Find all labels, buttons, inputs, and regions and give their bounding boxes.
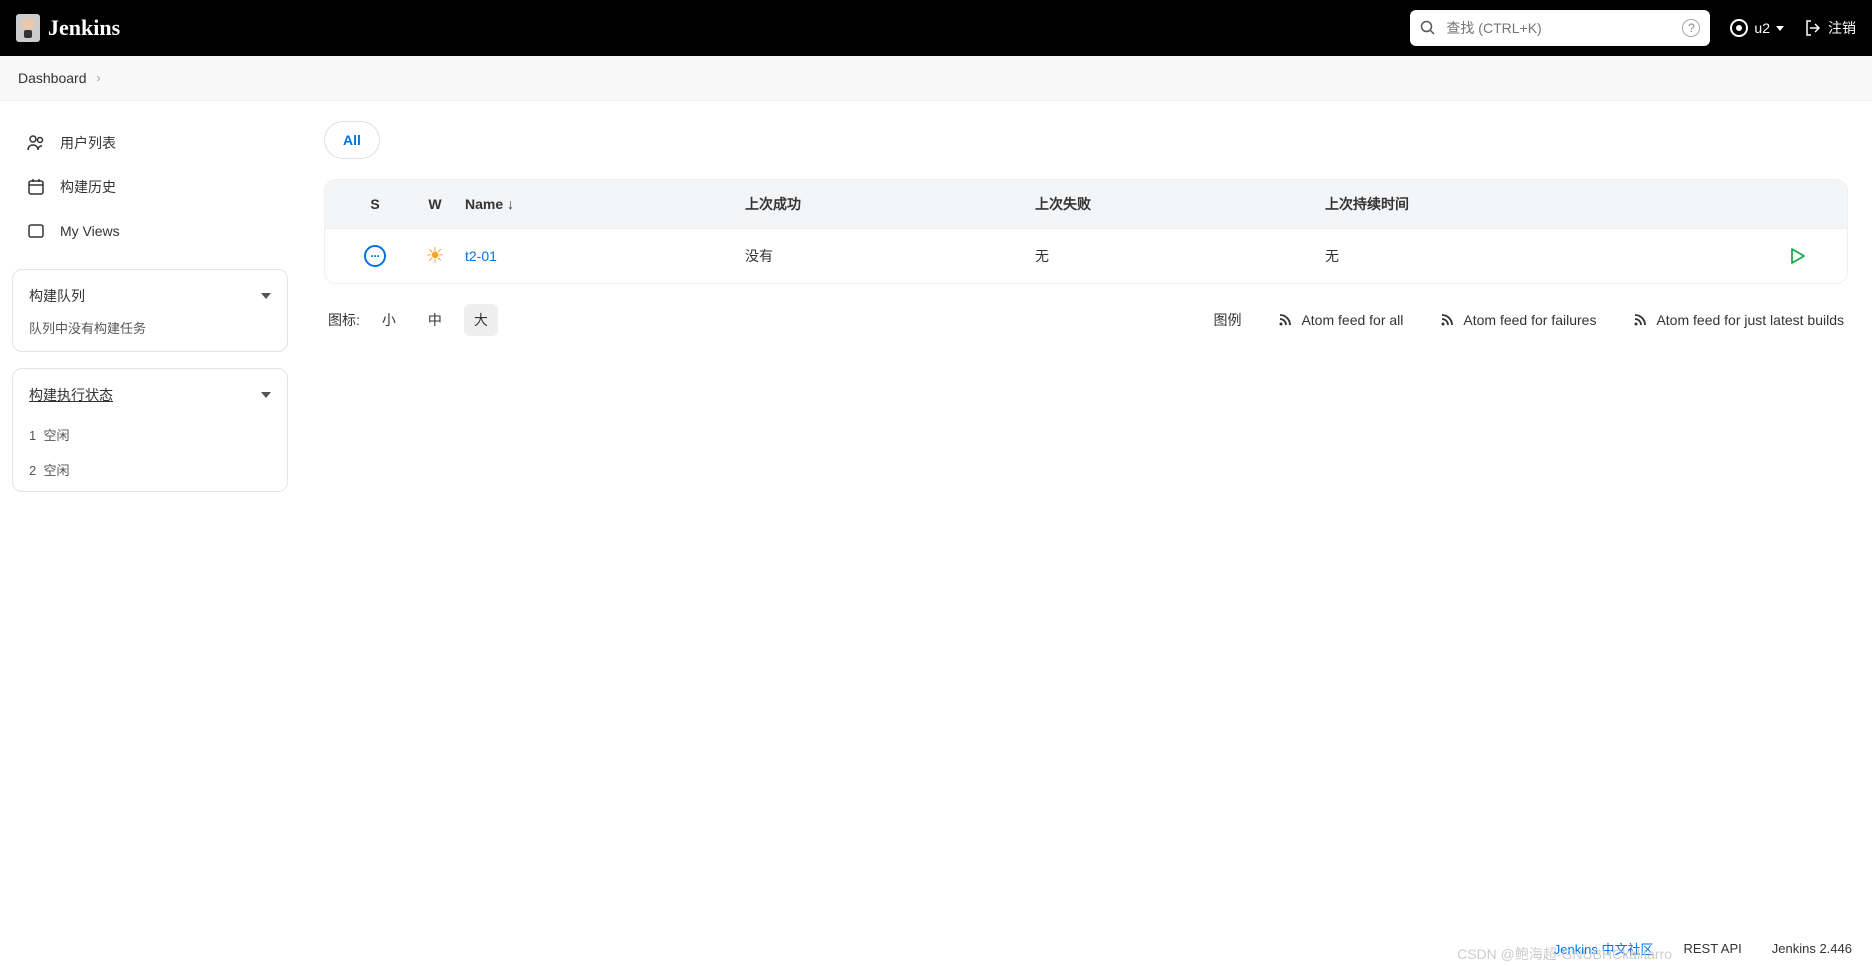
col-status[interactable]: S [345, 196, 405, 212]
chevron-down-icon [261, 392, 271, 398]
logo[interactable]: Jenkins [16, 14, 120, 42]
sidebar-item-label: 构建历史 [60, 177, 116, 197]
jobs-table: S W Name ↓ 上次成功 上次失败 上次持续时间 ··· ☀ t2-01 … [324, 179, 1848, 284]
executor-row: 2 空闲 [13, 452, 287, 487]
cell-last-success: 没有 [745, 246, 1035, 266]
table-row: ··· ☀ t2-01 没有 无 无 [325, 228, 1847, 283]
brand-text: Jenkins [48, 15, 120, 41]
sidebar-item-build-history[interactable]: 构建历史 [12, 165, 288, 209]
breadcrumb-item[interactable]: Dashboard [18, 70, 87, 86]
header: Jenkins ? u2 注销 [0, 0, 1872, 56]
chevron-down-icon [1776, 26, 1784, 31]
build-executor-header[interactable]: 构建执行状态 [13, 373, 287, 417]
status-not-built-icon[interactable]: ··· [364, 245, 386, 267]
weather-sunny-icon: ☀ [425, 243, 445, 269]
icon-size-label: 图标: [328, 310, 360, 330]
sidebar: 用户列表 构建历史 My Views 构建队列 队列中没有构建任务 构建执行状态 [0, 101, 300, 512]
footer-rest-api[interactable]: REST API [1683, 941, 1741, 956]
atom-feed-all[interactable]: Atom feed for all [1277, 312, 1403, 328]
search-input[interactable] [1410, 10, 1710, 46]
col-last-success[interactable]: 上次成功 [745, 194, 1035, 214]
footer-version: Jenkins 2.446 [1772, 941, 1852, 956]
rss-icon [1277, 312, 1293, 328]
history-icon [26, 177, 46, 197]
footer-community-link[interactable]: Jenkins 中文社区 [1554, 939, 1654, 958]
search-box: ? [1410, 10, 1710, 46]
search-icon [1420, 20, 1436, 36]
rss-icon [1439, 312, 1455, 328]
sidebar-item-label: My Views [60, 223, 120, 239]
breadcrumb: Dashboard › [0, 56, 1872, 101]
icon-size-medium[interactable]: 中 [418, 304, 452, 336]
cell-last-duration: 无 [1325, 246, 1767, 266]
page-footer: Jenkins 中文社区 REST API Jenkins 2.446 [1554, 939, 1852, 958]
view-tabs: All [324, 121, 1848, 159]
logout-label: 注销 [1828, 18, 1856, 38]
col-last-duration[interactable]: 上次持续时间 [1325, 194, 1767, 214]
icon-size-large[interactable]: 大 [464, 304, 498, 336]
cell-last-failure: 无 [1035, 246, 1325, 266]
tab-all[interactable]: All [324, 121, 380, 159]
build-queue-header[interactable]: 构建队列 [13, 274, 287, 318]
atom-feed-latest[interactable]: Atom feed for just latest builds [1632, 312, 1844, 328]
col-name[interactable]: Name ↓ [465, 196, 745, 212]
col-last-failure[interactable]: 上次失败 [1035, 194, 1325, 214]
help-icon[interactable]: ? [1682, 19, 1700, 37]
build-executor-title: 构建执行状态 [29, 385, 113, 405]
sidebar-item-label: 用户列表 [60, 133, 116, 153]
sidebar-item-users[interactable]: 用户列表 [12, 121, 288, 165]
icon-size-small[interactable]: 小 [372, 304, 406, 336]
job-link[interactable]: t2-01 [465, 248, 745, 264]
build-queue-title: 构建队列 [29, 286, 85, 306]
logout-icon [1804, 19, 1822, 37]
people-icon [26, 133, 46, 153]
jobs-toolbar: 图标: 小 中 大 图例 Atom feed for all Atom feed… [324, 284, 1848, 356]
build-queue-widget: 构建队列 队列中没有构建任务 [12, 269, 288, 352]
username: u2 [1754, 20, 1770, 36]
legend-link[interactable]: 图例 [1213, 310, 1241, 330]
user-menu[interactable]: u2 [1730, 19, 1784, 37]
build-executor-widget: 构建执行状态 1 空闲 2 空闲 [12, 368, 288, 492]
views-icon [26, 221, 46, 241]
build-queue-empty: 队列中没有构建任务 [13, 318, 287, 347]
rss-icon [1632, 312, 1648, 328]
logout-link[interactable]: 注销 [1804, 18, 1856, 38]
sidebar-item-my-views[interactable]: My Views [12, 209, 288, 253]
col-weather[interactable]: W [405, 196, 465, 212]
jenkins-mascot-icon [16, 14, 40, 42]
executor-row: 1 空闲 [13, 417, 287, 452]
main-content: All S W Name ↓ 上次成功 上次失败 上次持续时间 ··· ☀ t2… [300, 101, 1872, 512]
atom-feed-failures[interactable]: Atom feed for failures [1439, 312, 1596, 328]
jobs-table-header: S W Name ↓ 上次成功 上次失败 上次持续时间 [325, 180, 1847, 228]
user-avatar-icon [1730, 19, 1748, 37]
build-now-icon[interactable] [1788, 247, 1806, 265]
chevron-right-icon: › [97, 71, 101, 85]
chevron-down-icon [261, 293, 271, 299]
